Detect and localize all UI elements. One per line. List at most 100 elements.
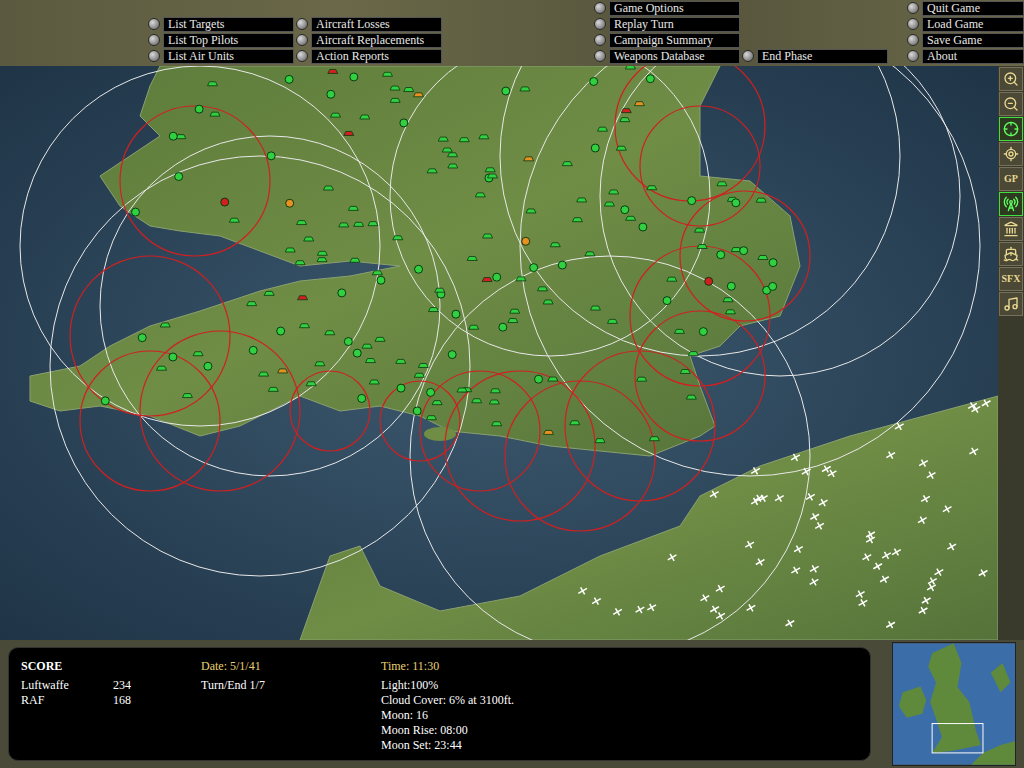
menu-button[interactable]: Replay Turn	[594, 16, 740, 32]
airfield-plane-icon[interactable]	[884, 619, 897, 631]
airfield-plane-icon[interactable]	[590, 595, 603, 607]
toolbar-button[interactable]	[999, 67, 1023, 91]
unit-marker-icon[interactable]	[756, 198, 766, 202]
unit-marker-icon[interactable]	[717, 182, 727, 186]
airfield-plane-icon[interactable]	[745, 602, 758, 614]
unit-marker-icon[interactable]	[634, 102, 644, 106]
unit-marker-icon[interactable]	[210, 112, 220, 116]
unit-marker-icon[interactable]	[607, 319, 617, 323]
unit-marker-icon[interactable]	[543, 300, 553, 304]
toolbar-button[interactable]: GP	[999, 167, 1023, 191]
unit-marker-icon[interactable]	[686, 395, 696, 399]
unit-marker-icon[interactable]	[639, 223, 647, 231]
airfield-plane-icon[interactable]	[890, 546, 903, 558]
unit-marker-icon[interactable]	[699, 328, 707, 336]
unit-marker-icon[interactable]	[727, 282, 735, 290]
airfield-plane-icon[interactable]	[857, 597, 870, 609]
unit-marker-icon[interactable]	[562, 162, 572, 166]
unit-marker-icon[interactable]	[524, 157, 534, 161]
unit-marker-icon[interactable]	[520, 87, 530, 91]
unit-marker-icon[interactable]	[543, 430, 553, 434]
menu-button[interactable]: Game Options	[594, 0, 740, 16]
unit-marker-icon[interactable]	[769, 282, 777, 290]
airfield-plane-icon[interactable]	[917, 605, 930, 617]
airfield-plane-icon[interactable]	[634, 604, 647, 616]
airfield-plane-icon[interactable]	[754, 556, 767, 568]
unit-marker-icon[interactable]	[277, 327, 285, 335]
airfield-plane-icon[interactable]	[714, 583, 727, 595]
airfield-plane-icon[interactable]	[804, 491, 817, 503]
unit-marker-icon[interactable]	[526, 209, 536, 213]
unit-marker-icon[interactable]	[725, 310, 735, 314]
unit-marker-icon[interactable]	[489, 400, 499, 404]
airfield-plane-icon[interactable]	[864, 534, 877, 546]
airfield-plane-icon[interactable]	[916, 514, 929, 526]
airfield-plane-icon[interactable]	[977, 567, 990, 579]
unit-marker-icon[interactable]	[625, 66, 635, 69]
unit-marker-icon[interactable]	[499, 323, 507, 331]
unit-marker-icon[interactable]	[758, 256, 768, 260]
unit-marker-icon[interactable]	[522, 237, 530, 245]
unit-marker-icon[interactable]	[616, 146, 626, 150]
unit-marker-icon[interactable]	[268, 387, 278, 391]
unit-marker-icon[interactable]	[459, 138, 469, 142]
unit-marker-icon[interactable]	[375, 337, 385, 341]
menu-button[interactable]: End Phase	[742, 48, 888, 64]
unit-marker-icon[interactable]	[492, 422, 502, 426]
unit-marker-icon[interactable]	[304, 237, 314, 241]
unit-marker-icon[interactable]	[647, 186, 657, 190]
unit-marker-icon[interactable]	[667, 277, 677, 281]
unit-marker-icon[interactable]	[487, 174, 497, 178]
unit-marker-icon[interactable]	[344, 131, 354, 135]
toolbar-button[interactable]	[999, 117, 1023, 141]
unit-marker-icon[interactable]	[577, 198, 587, 202]
airfield-plane-icon[interactable]	[917, 457, 930, 469]
unit-marker-icon[interactable]	[297, 221, 307, 225]
airfield-plane-icon[interactable]	[800, 466, 813, 478]
airfield-plane-icon[interactable]	[789, 451, 802, 463]
unit-marker-icon[interactable]	[609, 190, 619, 194]
unit-marker-icon[interactable]	[620, 118, 630, 122]
unit-marker-icon[interactable]	[469, 325, 479, 329]
unit-marker-icon[interactable]	[442, 148, 452, 152]
unit-marker-icon[interactable]	[247, 302, 257, 306]
unit-marker-icon[interactable]	[193, 352, 203, 356]
menu-button[interactable]: Aircraft Replacements	[296, 32, 442, 48]
unit-marker-icon[interactable]	[390, 98, 400, 102]
unit-marker-icon[interactable]	[418, 363, 428, 367]
unit-marker-icon[interactable]	[595, 439, 605, 443]
unit-marker-icon[interactable]	[285, 248, 295, 252]
unit-marker-icon[interactable]	[530, 264, 538, 272]
airfield-plane-icon[interactable]	[611, 606, 624, 618]
menu-button[interactable]: Aircraft Losses	[296, 16, 442, 32]
airfield-plane-icon[interactable]	[854, 588, 867, 600]
unit-marker-icon[interactable]	[717, 251, 725, 259]
airfield-plane-icon[interactable]	[789, 564, 802, 576]
unit-marker-icon[interactable]	[621, 206, 629, 214]
unit-marker-icon[interactable]	[427, 388, 435, 396]
unit-marker-icon[interactable]	[182, 394, 192, 398]
unit-marker-icon[interactable]	[485, 168, 495, 172]
airfield-plane-icon[interactable]	[878, 573, 891, 585]
menu-button[interactable]: Weapons Database	[594, 48, 740, 64]
unit-marker-icon[interactable]	[493, 273, 501, 281]
airfield-plane-icon[interactable]	[784, 617, 797, 629]
airfield-plane-icon[interactable]	[808, 576, 821, 588]
airfield-plane-icon[interactable]	[773, 492, 786, 504]
unit-marker-icon[interactable]	[175, 173, 183, 181]
airfield-plane-icon[interactable]	[880, 549, 893, 561]
unit-marker-icon[interactable]	[448, 164, 458, 168]
unit-marker-icon[interactable]	[535, 375, 543, 383]
airfield-plane-icon[interactable]	[884, 449, 897, 461]
airfield-plane-icon[interactable]	[826, 467, 839, 479]
airfield-plane-icon[interactable]	[941, 503, 954, 515]
unit-marker-icon[interactable]	[208, 82, 218, 86]
unit-marker-icon[interactable]	[510, 309, 520, 313]
unit-marker-icon[interactable]	[570, 421, 580, 425]
airfield-plane-icon[interactable]	[757, 492, 770, 504]
unit-marker-icon[interactable]	[674, 329, 684, 333]
unit-marker-icon[interactable]	[604, 202, 614, 206]
unit-marker-icon[interactable]	[353, 349, 361, 357]
airfield-plane-icon[interactable]	[967, 445, 980, 457]
unit-marker-icon[interactable]	[327, 90, 335, 98]
